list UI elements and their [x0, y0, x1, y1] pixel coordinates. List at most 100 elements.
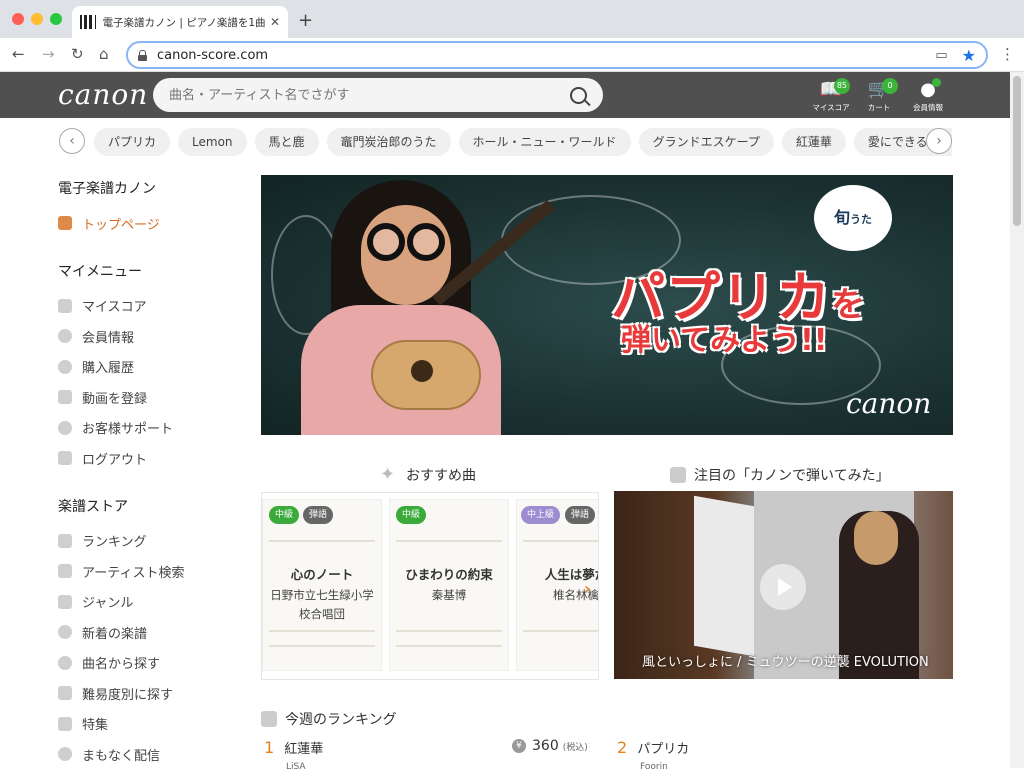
- sidebar-my-menu-title: マイメニュー: [58, 263, 142, 280]
- rank-number: 2: [617, 738, 628, 757]
- video-title-text: 注目の「カノンで弾いてみた」: [694, 468, 890, 484]
- chip-song[interactable]: Lemon: [178, 128, 247, 156]
- sidebar-item-features[interactable]: 特集: [58, 709, 238, 740]
- sidebar-item-label: お客様サポート: [82, 422, 174, 438]
- price-value: 360: [532, 738, 559, 754]
- tab-close-icon[interactable]: ✕: [270, 15, 280, 29]
- cast-icon[interactable]: ▭: [935, 48, 947, 63]
- price-tag: ¥ 360 (税込): [512, 738, 588, 754]
- search-input[interactable]: [169, 87, 570, 103]
- sparkle-icon: ✦: [380, 464, 396, 485]
- back-arrow-icon[interactable]: ←: [12, 45, 25, 63]
- sidebar-item-new-scores[interactable]: 新着の楽譜: [58, 617, 238, 648]
- hero-banner[interactable]: 旬うた パプリカを 弾いてみよう!! canon: [261, 175, 953, 435]
- video-section-title: 注目の「カノンで弾いてみた」: [670, 465, 890, 485]
- carousel-next-icon[interactable]: ›: [584, 579, 591, 598]
- rank-title: 紅蓮華: [284, 742, 324, 757]
- member-info-button[interactable]: ● 会員情報: [903, 78, 953, 113]
- bookmark-star-icon[interactable]: ★: [962, 46, 976, 65]
- maximize-window-button[interactable]: [50, 13, 62, 25]
- sidebar-item-genre[interactable]: ジャンル: [58, 587, 238, 618]
- ranking-item[interactable]: 2 パプリカ: [617, 738, 689, 757]
- my-score-button[interactable]: 📖 85 マイスコア: [806, 78, 856, 113]
- minimize-window-button[interactable]: [31, 13, 43, 25]
- type-badge: 弾語: [565, 506, 596, 524]
- sidebar-item-coming-soon[interactable]: まもなく配信: [58, 739, 238, 770]
- video-sheet-music: [694, 495, 754, 657]
- score-card[interactable]: 中級 弾語 心のノート 日野市立七生緑小学校合唱団: [262, 499, 382, 671]
- sidebar-item-my-score[interactable]: マイスコア: [58, 291, 238, 322]
- sidebar-item-label: マイスコア: [82, 300, 147, 316]
- chips-next-button[interactable]: ›: [926, 128, 952, 154]
- level-badge: 中級: [396, 506, 427, 524]
- card-title: 心のノート: [290, 567, 354, 582]
- sidebar-item-member-info[interactable]: 会員情報: [58, 321, 238, 352]
- feature-icon: [58, 716, 72, 731]
- support-icon: [58, 420, 72, 435]
- sidebar-item-label: ランキング: [82, 535, 147, 551]
- chip-song[interactable]: グランドエスケープ: [638, 128, 774, 156]
- sidebar-item-register-video[interactable]: 動画を登録: [58, 382, 238, 413]
- page-scrollbar[interactable]: [1010, 72, 1024, 768]
- sidebar-item-label: 購入履歴: [82, 361, 135, 377]
- level-badge: 中級: [269, 506, 300, 524]
- chips-prev-button[interactable]: ‹: [59, 128, 85, 154]
- canon-logo[interactable]: canon: [58, 78, 148, 111]
- sidebar-item-label: 特集: [82, 718, 109, 734]
- browser-tab[interactable]: 電子楽譜カノン | ピアノ楽譜を1曲 ✕: [72, 6, 288, 38]
- close-window-button[interactable]: [12, 13, 24, 25]
- search-icon[interactable]: [570, 86, 587, 104]
- sidebar-item-logout[interactable]: ログアウト: [58, 443, 238, 474]
- ranking-item[interactable]: 1 紅蓮華: [264, 738, 323, 757]
- cart-label: カート: [867, 103, 891, 112]
- banner-title-suffix: を: [831, 285, 866, 325]
- chip-song[interactable]: 竈門炭治郎のうた: [326, 128, 451, 156]
- sidebar: 電子楽譜カノン トップページ マイメニュー マイスコア 会員情報 購入履歴 動画…: [58, 178, 238, 770]
- chip-song[interactable]: パプリカ: [94, 128, 171, 156]
- chip-song[interactable]: 紅蓮華: [781, 128, 846, 156]
- note-icon: [58, 655, 72, 670]
- sidebar-item-label: アーティスト検索: [82, 565, 185, 581]
- sidebar-item-label: ログアウト: [82, 452, 148, 468]
- sidebar-store-title: 楽譜ストア: [58, 498, 128, 515]
- chip-song[interactable]: 馬と鹿: [254, 128, 319, 156]
- my-score-badge: 85: [833, 78, 850, 94]
- video-pianist-head: [854, 511, 898, 565]
- forward-arrow-icon[interactable]: →: [42, 45, 55, 63]
- address-bar[interactable]: canon-score.com ▭ ★: [126, 41, 988, 69]
- crown-icon: [58, 533, 72, 548]
- banner-canon-logo: canon: [846, 387, 932, 420]
- my-score-label: マイスコア: [812, 103, 850, 112]
- level-badge: 中上級: [521, 506, 561, 524]
- home-icon[interactable]: ⌂: [99, 45, 109, 63]
- play-icon[interactable]: [760, 564, 806, 610]
- sidebar-item-artist-search[interactable]: アーティスト検索: [58, 556, 238, 587]
- reload-icon[interactable]: ↻: [71, 45, 84, 63]
- banner-subtitle: 弾いてみよう!!: [621, 323, 828, 358]
- ranking-title-text: 今週のランキング: [285, 712, 397, 728]
- sidebar-item-ranking[interactable]: ランキング: [58, 526, 238, 557]
- level-icon: [58, 686, 72, 701]
- sidebar-item-top-page[interactable]: トップページ: [58, 208, 238, 239]
- piano-favicon-icon: [80, 15, 96, 29]
- sidebar-item-support[interactable]: お客様サポート: [58, 413, 238, 444]
- notification-dot: [932, 78, 941, 87]
- video-icon: [670, 467, 686, 483]
- ranking-section-title: 今週のランキング: [261, 709, 397, 729]
- sidebar-item-purchase-history[interactable]: 購入履歴: [58, 352, 238, 383]
- sidebar-item-label: まもなく配信: [82, 748, 161, 764]
- sidebar-item-by-title[interactable]: 曲名から探す: [58, 648, 238, 679]
- sheet-music-line: [396, 540, 502, 542]
- rank-artist: LiSA: [286, 762, 306, 772]
- chip-song[interactable]: ホール・ニュー・ワールド: [458, 128, 631, 156]
- new-tab-button[interactable]: +: [298, 10, 313, 31]
- sheet-music-line: [269, 540, 375, 542]
- sheet-music-line: [269, 630, 375, 632]
- browser-menu-icon[interactable]: ⋮: [1000, 45, 1015, 63]
- score-card[interactable]: 中級 ひまわりの約束 秦基博: [389, 499, 509, 671]
- scrollbar-thumb[interactable]: [1013, 76, 1021, 226]
- featured-video[interactable]: 風といっしょに / ミュウツーの逆襲 EVOLUTION: [614, 491, 953, 679]
- url-text[interactable]: canon-score.com: [157, 48, 921, 63]
- sidebar-item-by-difficulty[interactable]: 難易度別に探す: [58, 678, 238, 709]
- cart-button[interactable]: 🛒 0 カート: [854, 78, 904, 113]
